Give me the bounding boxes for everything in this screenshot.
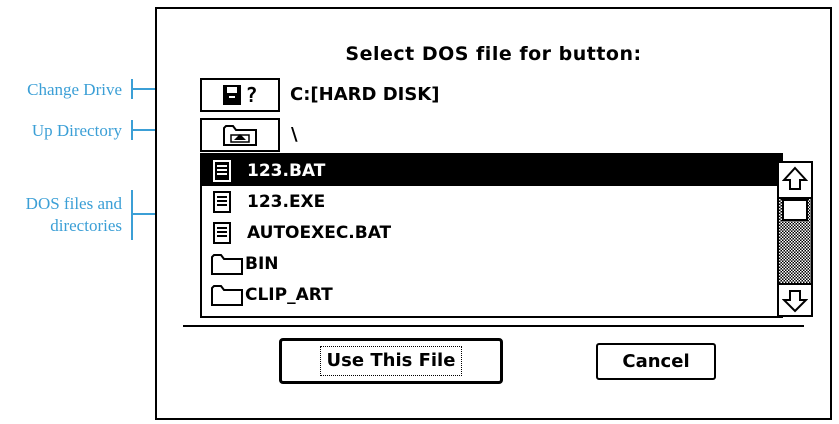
file-name: AUTOEXEC.BAT bbox=[247, 222, 392, 243]
file-list[interactable]: 123.BAT 123.EXE AUTOEXEC.BAT BIN CLIP_AR… bbox=[200, 153, 783, 318]
dialog-divider bbox=[183, 325, 804, 327]
folder-icon bbox=[211, 284, 243, 306]
folder-icon bbox=[211, 253, 243, 275]
cancel-label: Cancel bbox=[622, 351, 690, 372]
file-list-scrollbar[interactable] bbox=[777, 161, 813, 317]
folder-name: BIN bbox=[245, 253, 279, 274]
file-name: 123.BAT bbox=[247, 160, 326, 181]
cancel-button[interactable]: Cancel bbox=[596, 343, 716, 380]
change-drive-button[interactable]: ? bbox=[200, 78, 280, 112]
use-this-file-button[interactable]: Use This File bbox=[279, 338, 503, 384]
document-icon bbox=[213, 190, 231, 213]
dialog-title: Select DOS file for button: bbox=[345, 43, 642, 65]
arrow-up-icon bbox=[782, 166, 808, 190]
folder-name: CLIP_ART bbox=[245, 284, 333, 305]
list-item[interactable]: 123.EXE bbox=[202, 186, 781, 217]
scroll-down-button[interactable] bbox=[779, 287, 811, 315]
callout-dos-files-bracket bbox=[131, 190, 133, 240]
list-item[interactable]: BIN bbox=[202, 248, 781, 279]
drive-path: C:[HARD DISK] bbox=[290, 84, 440, 105]
folder-up-icon bbox=[223, 125, 257, 146]
document-icon bbox=[213, 221, 231, 244]
callout-up-directory: Up Directory bbox=[31, 121, 122, 140]
callout-change-drive: Change Drive bbox=[27, 80, 122, 99]
file-name: 123.EXE bbox=[247, 191, 326, 212]
list-item[interactable]: CLIP_ART bbox=[202, 279, 781, 310]
up-directory-button[interactable] bbox=[200, 118, 280, 152]
scroll-track[interactable] bbox=[779, 197, 811, 285]
list-item[interactable]: AUTOEXEC.BAT bbox=[202, 217, 781, 248]
change-drive-label: ? bbox=[245, 83, 258, 107]
callout-dos-files-line1: DOS files and bbox=[25, 194, 122, 213]
use-this-file-label: Use This File bbox=[319, 346, 463, 376]
callout-dos-files-line2: directories bbox=[50, 216, 122, 235]
current-directory: \ bbox=[291, 124, 298, 145]
disk-icon bbox=[223, 85, 242, 105]
list-item[interactable]: 123.BAT bbox=[202, 155, 781, 186]
scroll-thumb[interactable] bbox=[782, 199, 808, 221]
scroll-up-button[interactable] bbox=[779, 163, 811, 195]
file-select-dialog: Select DOS file for button: ? C:[HARD DI… bbox=[155, 7, 832, 420]
arrow-down-icon bbox=[782, 290, 808, 313]
document-icon bbox=[213, 159, 231, 182]
